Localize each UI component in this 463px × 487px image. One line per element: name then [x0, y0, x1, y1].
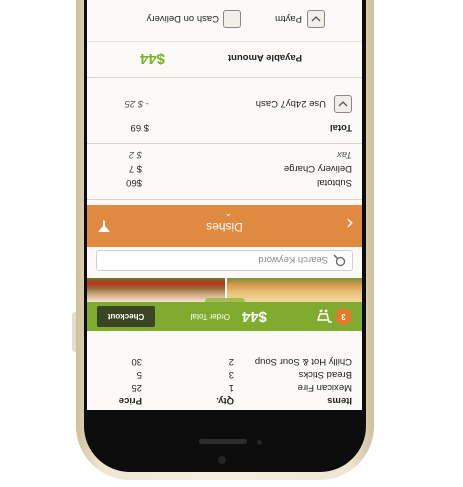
use-cash-checkbox[interactable]	[334, 95, 352, 113]
table-cell: Chilly Hot & Sour Soup	[254, 356, 352, 367]
paytm-label: Paytm	[275, 13, 302, 24]
table-cell: 3	[228, 369, 234, 380]
cart-count-badge: 3	[335, 308, 352, 325]
table-cell: 25	[131, 382, 142, 393]
cart-icon[interactable]	[317, 309, 333, 324]
payable-label: Payable Amount	[227, 52, 302, 63]
table-cell: Bread Sticks	[298, 369, 352, 380]
items-table: Items Qty. Price Mexican Fire 1 25 Bread…	[87, 332, 362, 410]
table-header: Price	[118, 395, 142, 406]
divider	[87, 199, 362, 200]
order-total-label: Order Total	[190, 312, 230, 321]
order-total-value: $44	[241, 308, 267, 325]
cash-on-delivery-checkbox[interactable]	[223, 10, 241, 28]
table-header: Items	[327, 395, 352, 406]
delivery-charge-label: Delivery Charge	[283, 163, 352, 174]
checkout-bar: 3 Order Total $44 Checkout	[87, 302, 362, 331]
search-box[interactable]: Search Keyword	[96, 250, 353, 271]
payable-amount: $44	[139, 50, 165, 67]
paytm-checkbox[interactable]	[307, 10, 325, 28]
table-cell: 5	[136, 369, 142, 380]
check-icon	[338, 101, 348, 107]
total-label: Total	[330, 122, 352, 133]
phone-sensor-dot	[257, 440, 262, 445]
table-cell: 1	[228, 382, 234, 393]
use-cash-value: - $ 25	[124, 98, 149, 109]
filter-funnel-icon[interactable]	[97, 219, 111, 233]
tax-value: $ 2	[128, 149, 142, 160]
total-value: $ 69	[130, 122, 150, 133]
page-title: Dishes	[206, 220, 243, 234]
dish-image[interactable]	[87, 278, 225, 302]
divider	[87, 77, 362, 78]
check-icon	[311, 16, 321, 22]
cash-on-delivery-label: Cash on Delivery	[146, 13, 219, 24]
dishes-header: ‹ Dishes ⌄	[87, 205, 362, 247]
table-cell: 30	[131, 356, 142, 367]
table-cell: 2	[228, 356, 234, 367]
table-header: Qty.	[216, 395, 234, 406]
order-summary-panel: Subtotal $60 Delivery Charge $ 7 Tax $ 2…	[87, 0, 362, 200]
dish-image[interactable]	[227, 278, 362, 302]
home-indicator	[199, 439, 247, 444]
page: ‹ Dishes ⌄ Search Keyword 3 Order Total …	[0, 0, 463, 487]
collapse-caret-icon[interactable]: ⌄	[224, 208, 232, 219]
divider	[87, 41, 362, 42]
delivery-charge-value: $ 7	[128, 163, 142, 174]
divider	[87, 143, 362, 144]
subtotal-label: Subtotal	[317, 177, 352, 188]
checkout-button[interactable]: Checkout	[97, 306, 155, 327]
use-cash-label: Use 24by7 Cash	[255, 98, 326, 109]
search-input[interactable]: Search Keyword	[258, 254, 328, 265]
tax-label: Tax	[337, 149, 352, 160]
search-icon[interactable]	[333, 254, 346, 267]
subtotal-value: $60	[126, 177, 142, 188]
table-cell: Mexican Fire	[297, 382, 352, 393]
phone-camera-dot	[218, 456, 226, 464]
